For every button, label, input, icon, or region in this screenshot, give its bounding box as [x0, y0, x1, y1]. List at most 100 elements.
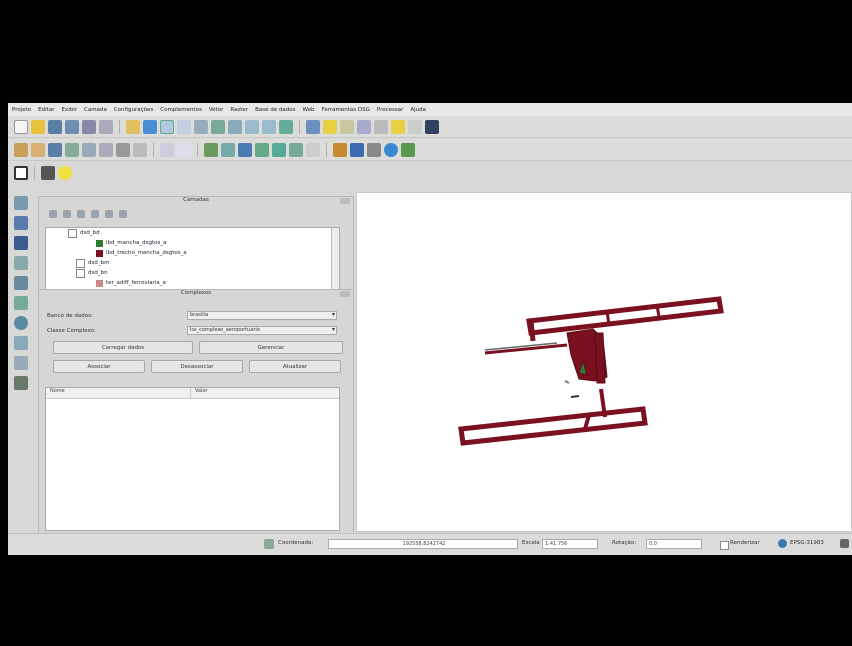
zoom-last-icon[interactable]	[245, 119, 259, 134]
load-data-button[interactable]: Carregar dados	[53, 341, 193, 354]
print-icon[interactable]	[82, 119, 96, 134]
select-icon[interactable]	[323, 119, 337, 134]
add-postgis-layer-icon[interactable]	[14, 236, 28, 250]
add-postgis-icon[interactable]	[238, 142, 252, 157]
menu-item[interactable]: Exibir	[61, 107, 77, 113]
toggle-edit-icon[interactable]	[31, 142, 45, 157]
save-edits-icon[interactable]	[48, 142, 62, 157]
layer-tree-item[interactable]: dsd_bn	[46, 268, 339, 278]
annotation-icon[interactable]	[408, 119, 422, 134]
new-project-icon[interactable]	[14, 119, 28, 134]
measure-icon[interactable]	[374, 119, 388, 134]
layer-tree-item[interactable]: lbd_mancha_dsgtos_a	[46, 238, 339, 248]
zoom-full-icon[interactable]	[194, 119, 208, 134]
filter-icon[interactable]	[77, 210, 85, 218]
remove-layer-icon[interactable]	[119, 210, 127, 218]
composer-icon[interactable]	[99, 119, 113, 134]
add-wcs-layer-icon[interactable]	[14, 336, 28, 350]
class-select[interactable]: lss_complexo_aeroportuario	[187, 326, 337, 335]
add-wms-layer-icon[interactable]	[14, 316, 28, 330]
rotation-field[interactable]: 0,0	[646, 539, 702, 549]
save-as-icon[interactable]	[65, 119, 79, 134]
zoom-in-icon[interactable]	[160, 119, 174, 134]
cut-icon[interactable]	[133, 142, 147, 157]
complex-tree[interactable]: Nome Valor	[45, 387, 340, 531]
menu-item[interactable]: Processar	[377, 107, 404, 113]
crs-label[interactable]: EPSG:31983	[790, 540, 824, 546]
add-spatialite-layer-icon[interactable]	[14, 256, 28, 270]
layers-panel-close-icon[interactable]	[340, 198, 350, 204]
crs-globe-icon[interactable]	[778, 539, 787, 548]
highlight-icon[interactable]	[58, 166, 72, 180]
add-raster-icon[interactable]	[221, 142, 235, 157]
add-wfs-icon[interactable]	[289, 142, 303, 157]
rectangle-select-icon[interactable]	[14, 166, 28, 180]
checkbox-icon[interactable]	[76, 268, 85, 278]
node-tool-icon[interactable]	[99, 142, 113, 157]
menu-item[interactable]: Ferramentas DSG	[321, 107, 369, 113]
add-wms-icon[interactable]	[272, 142, 286, 157]
sum-icon[interactable]	[367, 142, 381, 157]
new-layer-icon[interactable]	[306, 142, 320, 157]
identify-icon[interactable]	[306, 119, 320, 134]
column-value[interactable]: Valor	[191, 388, 208, 398]
edit-pencil-icon[interactable]	[14, 142, 28, 157]
move-feature-icon[interactable]	[82, 142, 96, 157]
menu-item[interactable]: Vetor	[209, 107, 224, 113]
coordinate-field[interactable]: 192558,8242742	[328, 539, 518, 549]
grid-icon[interactable]	[350, 142, 364, 157]
deselect-icon[interactable]	[340, 119, 354, 134]
scale-field[interactable]: 1:41.756	[542, 539, 598, 549]
add-oracle-layer-icon[interactable]	[14, 296, 28, 310]
map-tips-icon[interactable]	[391, 119, 405, 134]
plugin-icon[interactable]	[333, 142, 347, 157]
add-vector-icon[interactable]	[204, 142, 218, 157]
save-icon[interactable]	[48, 119, 62, 134]
add-mssql-layer-icon[interactable]	[14, 276, 28, 290]
menu-item[interactable]: Base de dados	[255, 107, 295, 113]
messages-icon[interactable]	[840, 539, 849, 548]
menu-item[interactable]: Ajuda	[410, 107, 426, 113]
checkbox-icon[interactable]	[76, 258, 85, 268]
add-raster-layer-icon[interactable]	[14, 216, 28, 230]
globe-icon[interactable]	[384, 142, 398, 157]
menu-item[interactable]: Web	[302, 107, 314, 113]
open-layer-styling-icon[interactable]	[49, 210, 57, 218]
copy-icon[interactable]	[160, 142, 174, 157]
expand-all-icon[interactable]	[91, 210, 99, 218]
layer-tree-item[interactable]: dsd_bd	[46, 228, 339, 238]
add-group-icon[interactable]	[63, 210, 71, 218]
open-icon[interactable]	[31, 119, 45, 134]
pan-icon[interactable]	[126, 119, 140, 134]
pan-to-selection-icon[interactable]	[143, 119, 157, 134]
brush-icon[interactable]	[41, 166, 55, 180]
menu-item[interactable]: Complementos	[160, 107, 202, 113]
paste-icon[interactable]	[177, 142, 191, 157]
attribute-table-icon[interactable]	[357, 119, 371, 134]
zoom-layer-icon[interactable]	[211, 119, 225, 134]
menu-item[interactable]: Raster	[230, 107, 248, 113]
layer-tree-item[interactable]: lbd_trecho_mancha_dsgtos_a	[46, 248, 339, 258]
menu-item[interactable]: Configurações	[114, 107, 153, 113]
update-button[interactable]: Atualizar	[249, 360, 341, 373]
refresh-icon[interactable]	[279, 119, 293, 134]
menu-item[interactable]: Camada	[84, 107, 107, 113]
column-name[interactable]: Nome	[46, 388, 191, 398]
add-feature-icon[interactable]	[65, 142, 79, 157]
layer-tree-scrollbar[interactable]	[331, 228, 339, 290]
complex-panel-close-icon[interactable]	[340, 291, 350, 297]
delete-icon[interactable]	[116, 142, 130, 157]
new-shapefile-icon[interactable]	[14, 376, 28, 390]
render-checkbox[interactable]	[720, 541, 729, 550]
associate-button[interactable]: Associar	[53, 360, 145, 373]
menu-item[interactable]: Projeto	[12, 107, 31, 113]
tools-icon[interactable]	[401, 142, 415, 157]
manage-button[interactable]: Gerenciar	[199, 341, 343, 354]
collapse-all-icon[interactable]	[105, 210, 113, 218]
map-canvas[interactable]	[356, 192, 852, 532]
checkbox-icon[interactable]	[68, 228, 77, 238]
add-vector-layer-icon[interactable]	[14, 196, 28, 210]
python-icon[interactable]	[425, 119, 439, 134]
layer-tree-item[interactable]: dsd_bm	[46, 258, 339, 268]
toggle-extents-icon[interactable]	[264, 539, 274, 549]
